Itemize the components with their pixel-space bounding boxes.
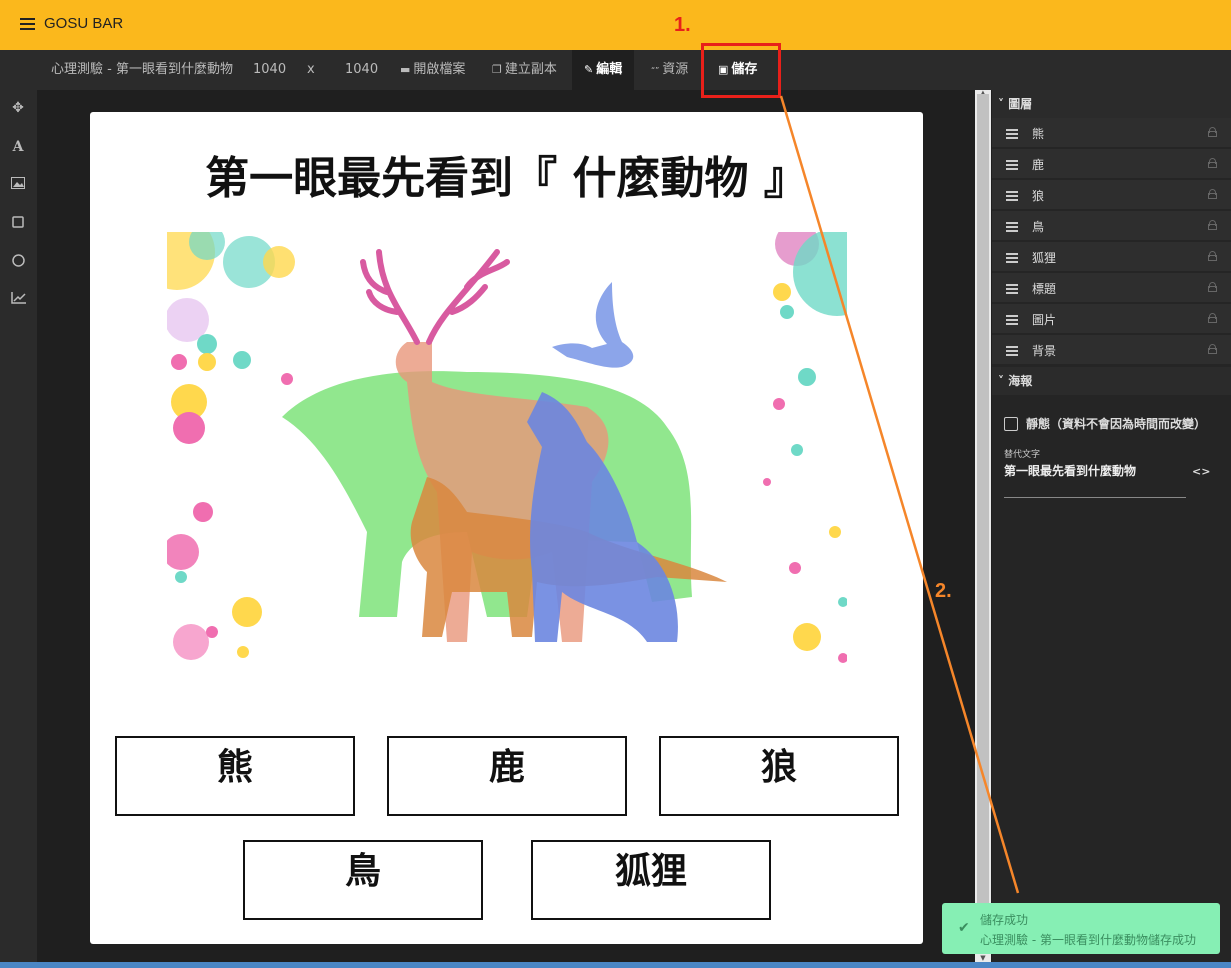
properties-panel: ˅ 圖層 熊 鹿 狼 鳥 狐狸 標題 圖片 背景 ˅ 海報 靜態（資料不會因為時…	[992, 90, 1231, 962]
drag-handle-icon[interactable]	[1006, 284, 1018, 294]
choice-wolf[interactable]: 狼	[659, 736, 899, 816]
static-label: 靜態（資料不會因為時間而改變）	[1026, 417, 1207, 431]
pencil-icon: ✎	[584, 63, 594, 76]
check-icon: ✔	[958, 920, 970, 936]
drag-handle-icon[interactable]	[1006, 346, 1018, 356]
lock-icon[interactable]	[1208, 251, 1217, 261]
layer-label: 鹿	[1032, 158, 1045, 172]
animals-illustration[interactable]	[167, 232, 847, 664]
layer-item-background[interactable]: 背景	[992, 335, 1231, 365]
text-tool-icon[interactable]: A	[10, 139, 26, 155]
toast-message: 心理測驗 - 第一眼看到什麼動物儲存成功	[980, 933, 1196, 947]
layer-label: 鳥	[1032, 220, 1045, 234]
folder-icon: ▬	[400, 63, 411, 76]
tool-rail: ✥ A	[0, 90, 37, 968]
layer-label: 狐狸	[1032, 251, 1057, 265]
toolbar: 心理測驗 - 第一眼看到什麼動物 1040 x 1040 ▬ 開啟檔案 ❐ 建立副本…	[0, 50, 1231, 90]
edit-label: 編輯	[596, 62, 623, 77]
duplicate-label: 建立副本	[504, 62, 557, 77]
lock-icon[interactable]	[1208, 282, 1217, 292]
canvas-scrollbar[interactable]: ▲ ▼	[975, 89, 991, 962]
drag-handle-icon[interactable]	[1006, 160, 1018, 170]
drag-handle-icon[interactable]	[1006, 191, 1018, 201]
poster-header-label: 海報	[1008, 374, 1033, 388]
dimension-separator: x	[307, 62, 315, 77]
drag-handle-icon[interactable]	[1006, 129, 1018, 139]
copy-icon: ❐	[492, 63, 502, 76]
layers-section-header[interactable]: ˅ 圖層	[992, 90, 1231, 118]
lock-icon[interactable]	[1208, 127, 1217, 137]
bottom-strip	[0, 962, 1231, 968]
layer-label: 背景	[1032, 344, 1057, 358]
save-label: 儲存	[731, 62, 758, 77]
resources-label: 資源	[662, 62, 689, 77]
open-file-label: 開啟檔案	[413, 62, 466, 77]
choice-fox[interactable]: 狐狸	[531, 840, 771, 920]
lock-icon[interactable]	[1208, 313, 1217, 323]
code-icon[interactable]: <>	[1192, 465, 1210, 478]
layer-label: 標題	[1032, 282, 1057, 296]
floppy-disk-icon: ▣	[718, 63, 729, 76]
save-success-toast: ✔ 儲存成功 心理測驗 - 第一眼看到什麼動物儲存成功	[942, 903, 1220, 954]
choice-deer[interactable]: 鹿	[387, 736, 627, 816]
static-checkbox[interactable]	[1004, 417, 1018, 431]
drag-handle-icon[interactable]	[1006, 253, 1018, 263]
height-value[interactable]: 1040	[345, 50, 378, 90]
static-option[interactable]: 靜態（資料不會因為時間而改變）	[1004, 415, 1206, 432]
chevron-down-icon: ˅	[998, 97, 1004, 111]
alt-text-field[interactable]: 第一眼最先看到什麼動物	[1004, 462, 1186, 498]
lock-icon[interactable]	[1208, 189, 1217, 199]
drag-handle-icon[interactable]	[1006, 222, 1018, 232]
poster-section-header[interactable]: ˅ 海報	[992, 367, 1231, 395]
resources-button[interactable]: “” 資源	[651, 50, 688, 90]
layer-item-bear[interactable]: 熊	[992, 118, 1231, 148]
layer-item-wolf[interactable]: 狼	[992, 180, 1231, 210]
document-name[interactable]: 心理測驗 - 第一眼看到什麼動物	[51, 50, 233, 90]
scroll-down-icon[interactable]: ▼	[975, 954, 991, 962]
step-1-label: 1.	[674, 14, 691, 36]
choice-bear[interactable]: 熊	[115, 736, 355, 816]
poster-title[interactable]: 第一眼最先看到『 什麼動物 』	[90, 142, 923, 206]
poster-canvas[interactable]: 第一眼最先看到『 什麼動物 』 熊 鹿 狼 鳥 狐狸	[90, 112, 923, 944]
drag-handle-icon[interactable]	[1006, 315, 1018, 325]
scrollbar-thumb[interactable]	[977, 94, 989, 946]
layer-item-deer[interactable]: 鹿	[992, 149, 1231, 179]
lock-icon[interactable]	[1208, 344, 1217, 354]
image-tool-icon[interactable]	[10, 177, 26, 193]
layer-item-bird[interactable]: 鳥	[992, 211, 1231, 241]
layers-header-label: 圖層	[1008, 97, 1033, 111]
chart-tool-icon[interactable]	[10, 292, 26, 308]
alt-text-label: 替代文字	[1004, 450, 1041, 460]
layer-label: 熊	[1032, 127, 1045, 141]
circle-tool-icon[interactable]	[10, 254, 26, 270]
move-tool-icon[interactable]: ✥	[10, 100, 26, 116]
open-file-button[interactable]: ▬ 開啟檔案	[400, 50, 465, 90]
toast-title: 儲存成功	[980, 913, 1029, 927]
layer-label: 圖片	[1032, 313, 1057, 327]
rectangle-tool-icon[interactable]	[10, 216, 26, 232]
quote-icon: “”	[651, 66, 660, 75]
layer-label: 狼	[1032, 189, 1045, 203]
lock-icon[interactable]	[1208, 220, 1217, 230]
chevron-down-icon: ˅	[998, 374, 1004, 388]
step-2-label: 2.	[935, 580, 952, 602]
save-button[interactable]: ▣ 儲存	[718, 50, 757, 90]
app-header: GOSU BAR	[0, 0, 1231, 50]
choice-bird[interactable]: 鳥	[243, 840, 483, 920]
edit-tab[interactable]: ✎ 編輯	[572, 50, 635, 90]
layer-item-image[interactable]: 圖片	[992, 304, 1231, 334]
app-title: GOSU BAR	[44, 15, 124, 32]
duplicate-button[interactable]: ❐ 建立副本	[492, 50, 557, 90]
width-value[interactable]: 1040	[253, 50, 286, 90]
lock-icon[interactable]	[1208, 158, 1217, 168]
layer-item-fox[interactable]: 狐狸	[992, 242, 1231, 272]
hamburger-menu-icon[interactable]	[20, 18, 35, 30]
layer-item-title[interactable]: 標題	[992, 273, 1231, 303]
